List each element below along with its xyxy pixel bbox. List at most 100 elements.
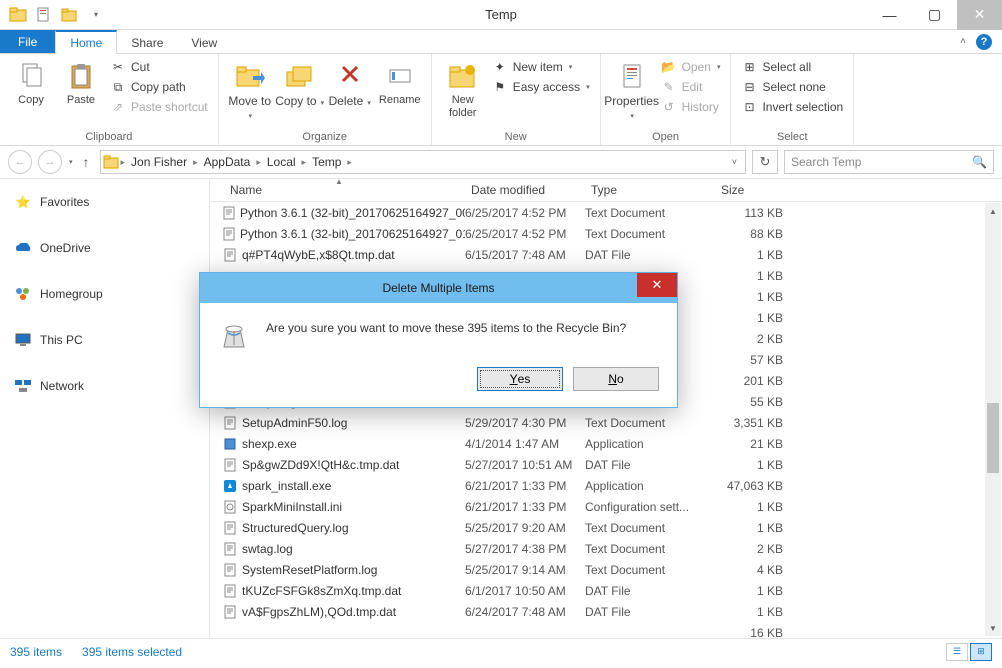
- easy-access-button[interactable]: ⚑Easy access ▾: [488, 78, 594, 96]
- file-row[interactable]: swtag.log5/27/2017 4:38 PMText Document2…: [210, 538, 1002, 559]
- view-details-button[interactable]: ☰: [946, 643, 968, 661]
- up-button[interactable]: ↑: [79, 154, 94, 170]
- file-row[interactable]: Sp&gwZDd9X!QtH&c.tmp.dat5/27/2017 10:51 …: [210, 454, 1002, 475]
- file-size: 57 KB: [715, 353, 805, 367]
- delete-button[interactable]: Delete ▾: [325, 56, 375, 109]
- help-icon[interactable]: ?: [976, 34, 992, 50]
- file-name: spark_install.exe: [242, 479, 331, 493]
- sidebar-thispc[interactable]: This PC: [0, 327, 209, 353]
- file-row[interactable]: q#PT4qWybE,x$8Qt.tmp.dat6/15/2017 7:48 A…: [210, 244, 1002, 265]
- select-all-icon: ⊞: [741, 59, 757, 75]
- scroll-down-icon[interactable]: ▼: [985, 620, 1001, 636]
- rename-button[interactable]: Rename: [375, 56, 425, 107]
- file-size: 2 KB: [715, 542, 805, 556]
- dialog-no-button[interactable]: No: [573, 367, 659, 391]
- file-row[interactable]: SystemResetPlatform.log5/25/2017 9:14 AM…: [210, 559, 1002, 580]
- minimize-button[interactable]: —: [867, 0, 912, 30]
- properties-button[interactable]: Properties ▾: [607, 56, 657, 122]
- breadcrumb-item[interactable]: Temp: [308, 155, 345, 169]
- file-name: vA$FgpsZhLM),QOd.tmp.dat: [242, 605, 396, 619]
- column-date[interactable]: Date modified: [465, 183, 585, 197]
- invert-selection-button[interactable]: ⊡Invert selection: [737, 98, 847, 116]
- properties-icon[interactable]: [32, 3, 56, 27]
- file-row[interactable]: vA$FgpsZhLM),QOd.tmp.dat 6/24/2017 7:48 A…: [210, 601, 1002, 622]
- copy-path-icon: ⧉: [110, 79, 126, 95]
- breadcrumb-item[interactable]: AppData: [200, 155, 255, 169]
- sidebar-network[interactable]: Network: [0, 373, 209, 399]
- maximize-button[interactable]: ▢: [912, 0, 957, 30]
- move-to-button[interactable]: Move to ▾: [225, 56, 275, 122]
- paste-shortcut-button[interactable]: ⇗Paste shortcut: [106, 98, 212, 116]
- file-row[interactable]: spark_install.exe6/21/2017 1:33 PMApplic…: [210, 475, 1002, 496]
- copy-to-button[interactable]: Copy to ▾: [275, 56, 325, 109]
- column-type[interactable]: Type: [585, 183, 715, 197]
- dialog-close-button[interactable]: ✕: [637, 273, 677, 297]
- forward-button[interactable]: →: [38, 150, 62, 174]
- refresh-button[interactable]: ↻: [752, 150, 778, 174]
- paste-button[interactable]: Paste: [56, 56, 106, 107]
- view-icons-button[interactable]: ⊞: [970, 643, 992, 661]
- sidebar-favorites[interactable]: ⭐Favorites: [0, 189, 209, 215]
- copy-path-button[interactable]: ⧉Copy path: [106, 78, 212, 96]
- file-size: 47,063 KB: [715, 479, 805, 493]
- tab-home[interactable]: Home: [55, 30, 117, 54]
- group-open: Properties ▾ 📂Open ▾ ✎Edit ↺History Open: [601, 54, 732, 145]
- tab-share[interactable]: Share: [117, 30, 177, 53]
- file-type: Application: [585, 479, 715, 493]
- column-size[interactable]: Size: [715, 183, 805, 197]
- file-size: 4 KB: [715, 563, 805, 577]
- breadcrumb-item[interactable]: Jon Fisher: [127, 155, 191, 169]
- scroll-up-icon[interactable]: ▲: [985, 203, 1001, 219]
- search-input[interactable]: Search Temp 🔍: [784, 150, 994, 174]
- delete-dialog: Delete Multiple Items ✕ Are you sure you…: [199, 272, 678, 408]
- sidebar-onedrive[interactable]: OneDrive: [0, 235, 209, 261]
- file-row[interactable]: 16 KB: [210, 622, 1002, 638]
- open-button[interactable]: 📂Open ▾: [657, 58, 725, 76]
- file-icon: [222, 226, 236, 242]
- file-type: Text Document: [585, 227, 715, 241]
- back-button[interactable]: ←: [8, 150, 32, 174]
- file-date: 5/27/2017 4:38 PM: [465, 542, 585, 556]
- file-name: q#PT4qWybE,x$8Qt.tmp.dat: [242, 248, 395, 262]
- tab-view[interactable]: View: [177, 30, 231, 53]
- cut-button[interactable]: ✂Cut: [106, 58, 212, 76]
- file-row[interactable]: Python 3.6.1 (32-bit)_20170625164927_01.…: [210, 223, 1002, 244]
- collapse-ribbon-icon[interactable]: ˄: [960, 36, 966, 47]
- select-all-button[interactable]: ⊞Select all: [737, 58, 847, 76]
- select-none-button[interactable]: ⊟Select none: [737, 78, 847, 96]
- new-item-button[interactable]: ✦New item ▾: [488, 58, 594, 76]
- file-row[interactable]: SparkMiniInstall.ini6/21/2017 1:33 PMCon…: [210, 496, 1002, 517]
- breadcrumb[interactable]: ▸ Jon Fisher▸ AppData▸ Local▸ Temp▸ ˅: [100, 150, 746, 174]
- scroll-thumb[interactable]: [987, 403, 999, 473]
- folder-icon[interactable]: [6, 3, 30, 27]
- selected-count: 395 items selected: [82, 645, 182, 659]
- new-folder-button[interactable]: New folder: [438, 56, 488, 120]
- file-row[interactable]: SetupAdminF50.log5/29/2017 4:30 PMText D…: [210, 412, 1002, 433]
- history-button[interactable]: ↺History: [657, 98, 725, 116]
- file-row[interactable]: tKUZcFSFGk8sZmXq.tmp.dat6/1/2017 10:50 A…: [210, 580, 1002, 601]
- dialog-yes-button[interactable]: Yes: [477, 367, 563, 391]
- file-date: 6/24/2017 7:48 AM: [465, 605, 585, 619]
- file-list: ▲ Name Date modified Type Size Python 3.…: [210, 179, 1002, 638]
- edit-button[interactable]: ✎Edit: [657, 78, 725, 96]
- close-button[interactable]: ✕: [957, 0, 1002, 30]
- file-name: SparkMiniInstall.ini: [242, 500, 342, 514]
- qat-dropdown-icon[interactable]: ▾: [84, 3, 108, 27]
- file-row[interactable]: StructuredQuery.log5/25/2017 9:20 AMText…: [210, 517, 1002, 538]
- select-none-icon: ⊟: [741, 79, 757, 95]
- breadcrumb-item[interactable]: Local: [263, 155, 300, 169]
- new-folder-icon[interactable]: [58, 3, 82, 27]
- history-dropdown-icon[interactable]: ▾: [69, 158, 73, 166]
- scissors-icon: ✂: [110, 59, 126, 75]
- ribbon: Copy Paste ✂Cut ⧉Copy path ⇗Paste shortc…: [0, 54, 1002, 146]
- sidebar-homegroup[interactable]: Homegroup: [0, 281, 209, 307]
- scrollbar[interactable]: ▲ ▼: [985, 203, 1001, 636]
- breadcrumb-dropdown-icon[interactable]: ˅: [726, 157, 743, 167]
- file-row[interactable]: Python 3.6.1 (32-bit)_20170625164927_00.…: [210, 202, 1002, 223]
- file-icon: [222, 415, 238, 431]
- file-type: DAT File: [585, 584, 715, 598]
- copy-button[interactable]: Copy: [6, 56, 56, 107]
- tab-file[interactable]: File: [0, 30, 55, 53]
- file-row[interactable]: shexp.exe4/1/2014 1:47 AMApplication21 K…: [210, 433, 1002, 454]
- group-organize: Move to ▾ Copy to ▾ Delete ▾ Rename Orga…: [219, 54, 432, 145]
